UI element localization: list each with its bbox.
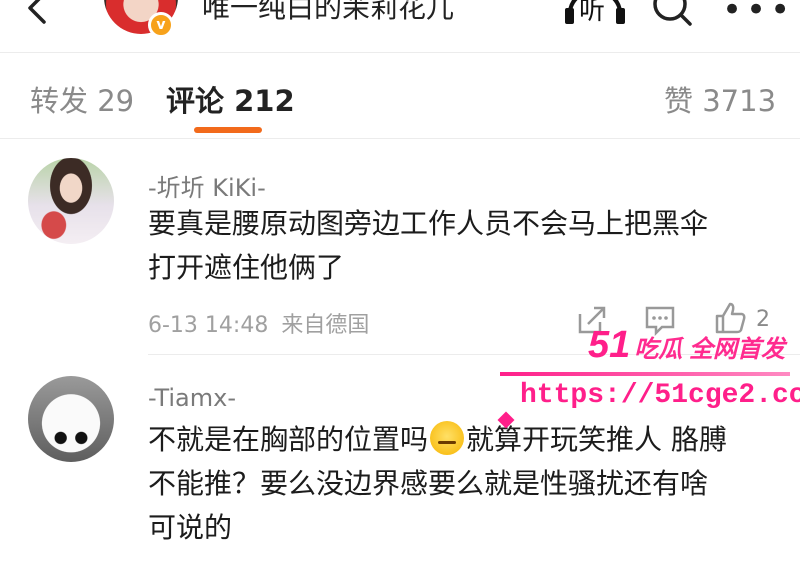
comment-line: 可说的 (148, 511, 233, 544)
comment-meta: 6-13 14:48 来自德国 (148, 307, 369, 339)
comment-line: 不就是在胸部的位置吗 就算开玩笑推人 胳膊 (148, 418, 788, 462)
header-divider (0, 52, 800, 53)
smile-emoji-icon (430, 421, 465, 455)
comment-text: 要真是腰原动图旁边工作人员不会马上把黑伞 打开遮住他俩了 (148, 202, 788, 290)
watermark-logo: 51 吃瓜 全网首发 (588, 324, 785, 367)
listen-button[interactable]: 听 (565, 0, 625, 30)
tab-likes[interactable]: 赞 3713 (664, 78, 776, 120)
active-tab-indicator (194, 127, 262, 133)
page-title: 唯一纯白的茉莉花儿 (202, 0, 455, 24)
search-icon[interactable] (650, 0, 694, 30)
commenter-avatar[interactable] (28, 158, 114, 244)
tab-comments[interactable]: 评论 212 (166, 78, 295, 120)
tabs-divider (0, 138, 800, 139)
watermark-url: https://51cge2.com (520, 380, 800, 411)
tab-reposts[interactable]: 转发 29 (30, 78, 134, 120)
back-arrow-icon[interactable] (18, 0, 58, 32)
comment-text: 不就是在胸部的位置吗 就算开玩笑推人 胳膊 不能推？要么没边界感要么就是性骚扰还有… (148, 418, 788, 550)
verified-badge: v (148, 12, 174, 38)
comment-fragment: 不就是在胸部的位置吗 (148, 423, 429, 456)
more-options-icon[interactable]: ••• (722, 0, 794, 27)
commenter-name[interactable]: -Tiamx- (148, 384, 236, 412)
watermark-bar (500, 372, 790, 376)
comment-line: 不能推？要么没边界感要么就是性骚扰还有啥 (148, 467, 709, 500)
watermark-number: 51 (588, 324, 631, 366)
commenter-avatar[interactable] (28, 376, 114, 462)
comment-line: 要真是腰原动图旁边工作人员不会马上把黑伞 (148, 207, 709, 240)
watermark-slogan: 吃瓜 全网首发 (634, 336, 785, 363)
listen-label: 听 (579, 0, 606, 26)
commenter-name[interactable]: -圻圻 KiKi- (148, 168, 266, 203)
comment-time: 6-13 14:48 (148, 313, 269, 338)
comment-source: 来自德国 (281, 313, 370, 338)
comment-line: 打开遮住他俩了 (148, 251, 345, 284)
